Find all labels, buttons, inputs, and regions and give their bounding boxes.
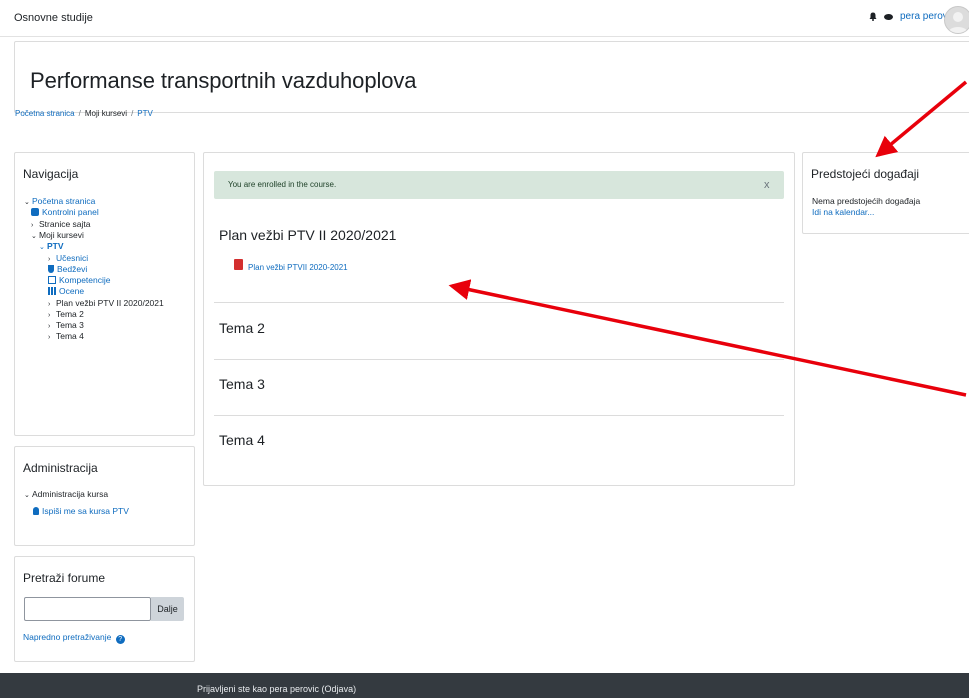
help-icon[interactable]: ? [115,635,125,644]
page-title: Performanse transportnih vazduhoplova [30,68,417,93]
section-title-2[interactable]: Tema 2 [219,320,265,336]
user-icon [33,507,39,515]
section-divider [214,415,784,416]
unenrol-link[interactable]: Ispiši me sa kursa PTV [33,506,129,517]
user-avatar[interactable] [944,6,969,34]
shield-icon [48,265,54,273]
page-footer [0,673,969,698]
no-events-text: Nema predstojećih događaja [812,196,921,206]
nav-item-course-ptv[interactable]: ⌄ PTV [39,241,64,253]
nav-item-competencies[interactable]: Kompetencije [48,275,111,286]
advanced-search-row: Napredno pretraživanje ? [23,632,125,644]
search-forums-input[interactable] [24,597,151,621]
section-title-3[interactable]: Tema 3 [219,376,265,392]
section-divider [214,302,784,303]
chevron-down-icon: ⌄ [39,244,45,251]
nav-item-badges[interactable]: Bedževi [48,264,87,275]
chevron-down-icon: ⌄ [24,492,30,499]
table-icon [48,287,56,295]
site-name-link[interactable]: Osnovne studije [14,12,93,24]
admin-course-administration[interactable]: ⌄ Administracija kursa [24,489,108,501]
footer-logged-in-text[interactable]: Prijavljeni ste kao pera perovic (Odjava… [197,684,356,694]
breadcrumb-course[interactable]: PTV [137,109,153,118]
navigation-block [14,152,195,436]
upcoming-events-title: Predstojeći događaji [811,167,920,181]
top-navbar [0,0,969,37]
messages-icon[interactable] [884,14,893,20]
alert-close-icon[interactable]: x [764,179,770,191]
notification-bell-icon[interactable] [869,12,877,21]
section-divider [214,359,784,360]
checkbox-icon [48,276,56,284]
search-forums-button[interactable]: Dalje [151,597,184,621]
nav-item-grades[interactable]: Ocene [48,286,84,297]
section-title-4[interactable]: Tema 4 [219,432,265,448]
dashboard-icon [31,208,39,216]
go-to-calendar-link[interactable]: Idi na kalendar... [812,207,874,217]
resource-link-plan[interactable]: Plan vežbi PTVII 2020-2021 [248,263,348,272]
upcoming-events-block [802,152,969,234]
enrolled-alert-text: You are enrolled in the course. [228,180,337,189]
nav-item-dashboard[interactable]: Kontrolni panel [31,207,99,218]
breadcrumb-home[interactable]: Početna stranica [15,109,75,118]
pdf-file-icon [234,259,243,270]
navigation-block-title: Navigacija [23,167,79,181]
advanced-search-link[interactable]: Napredno pretraživanje [23,632,111,642]
administration-block-title: Administracija [23,461,98,475]
breadcrumb-my-courses[interactable]: Moji kursevi [85,109,127,118]
nav-item-section-4[interactable]: › Tema 4 [48,331,84,343]
course-content-card [203,152,795,486]
breadcrumb: Početna stranica / Moji kursevi / PTV [15,109,153,118]
section-title-1[interactable]: Plan vežbi PTV II 2020/2021 [219,227,396,243]
chevron-right-icon: › [48,334,51,341]
search-forums-title: Pretraži forume [23,571,106,585]
chevron-down-icon: ⌄ [31,233,37,240]
